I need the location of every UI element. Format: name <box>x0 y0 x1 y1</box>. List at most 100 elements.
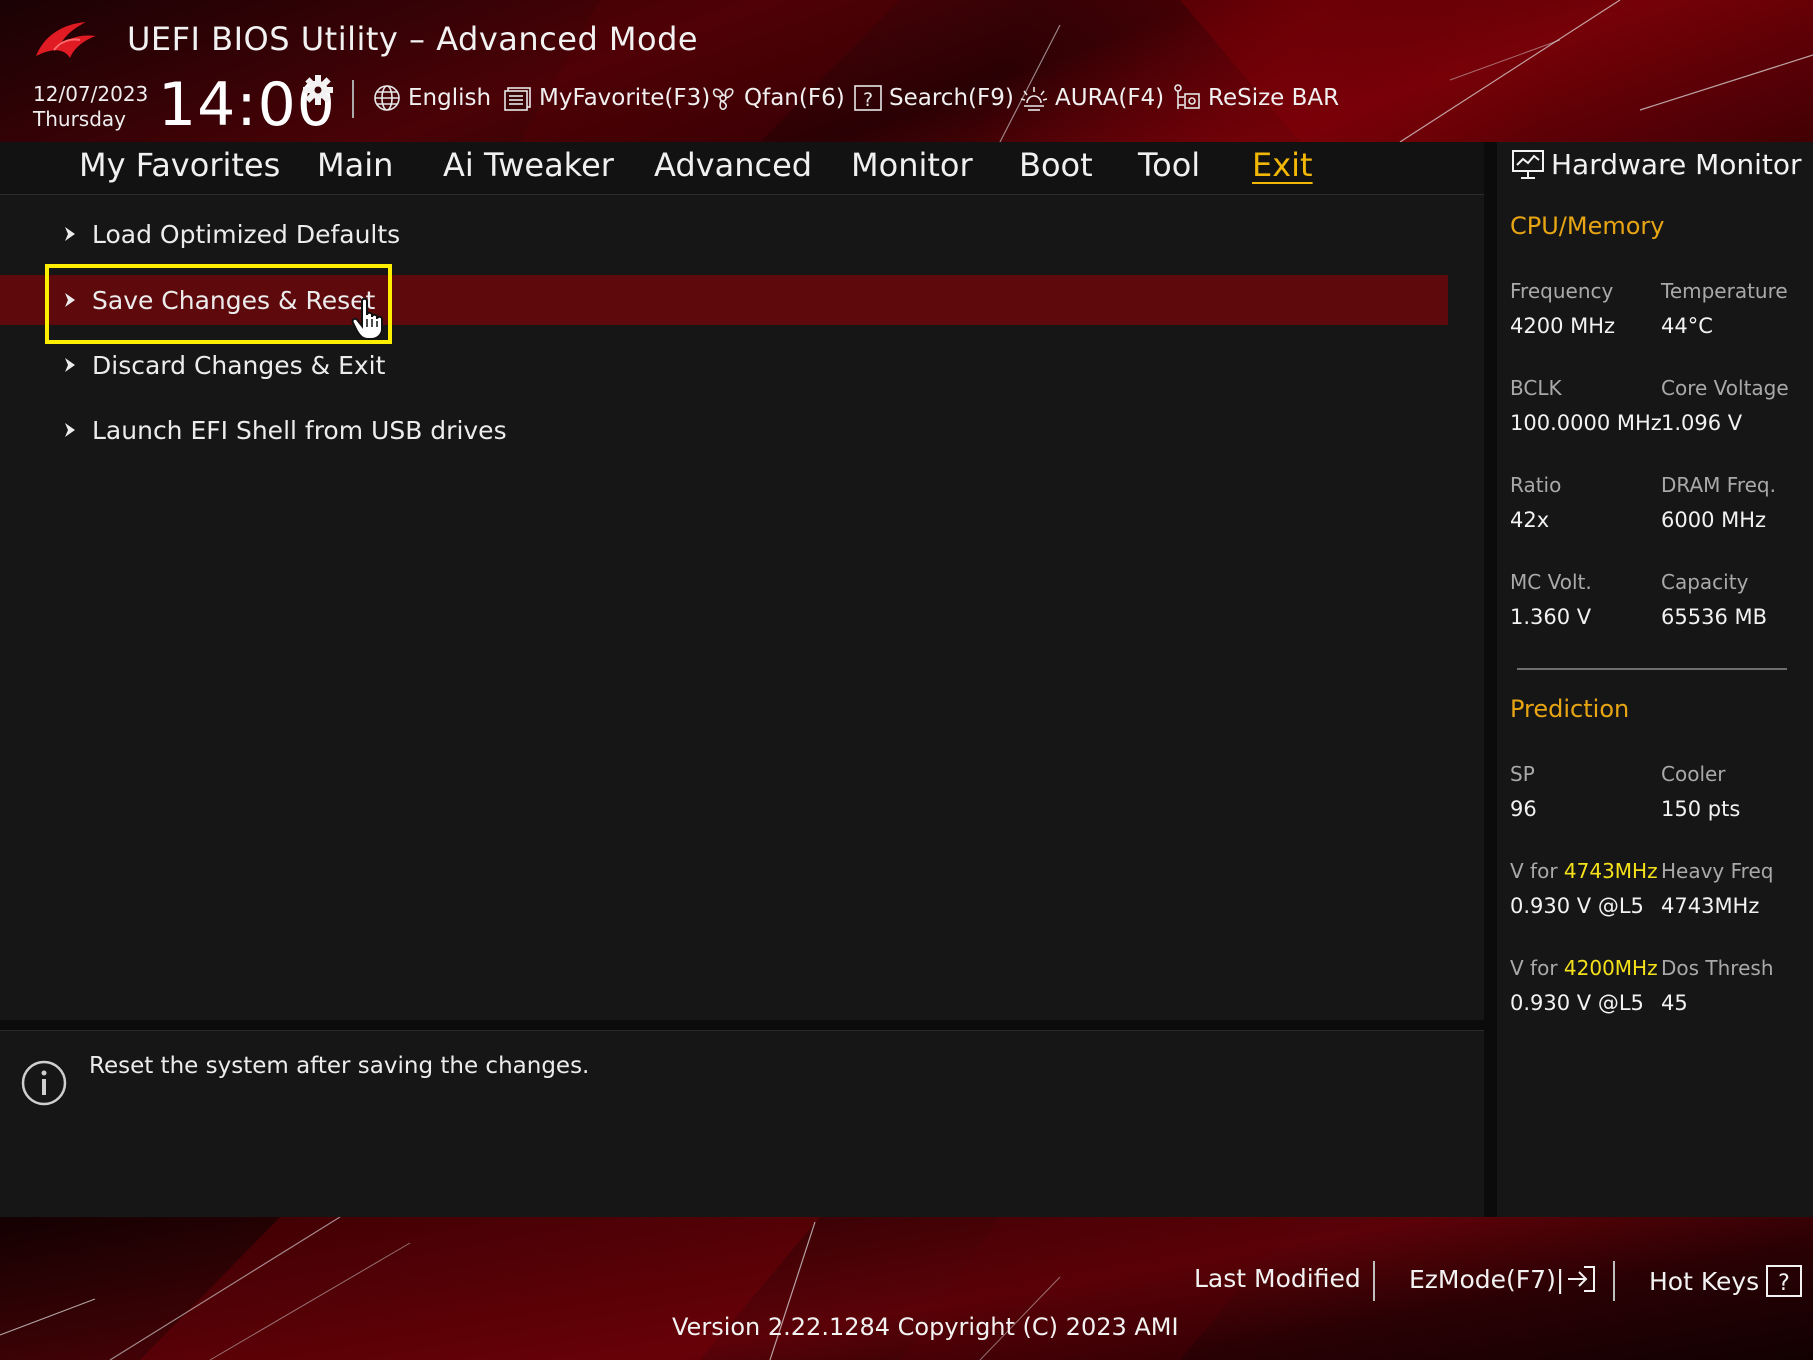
bclk-label: BCLK <box>1510 376 1562 400</box>
ezmode-button[interactable]: EzMode(F7)| <box>1409 1264 1598 1294</box>
aura-button[interactable]: AURA(F4) <box>1019 80 1164 116</box>
version-text: Version 2.22.1284 Copyright (C) 2023 AMI <box>672 1313 1179 1341</box>
chevron-right-icon <box>65 358 75 372</box>
core-voltage-value: 1.096 V <box>1661 411 1743 435</box>
v-for-prefix: V for <box>1510 859 1564 883</box>
menu-item-label: Load Optimized Defaults <box>92 219 401 249</box>
svg-text:?: ? <box>863 89 873 111</box>
hot-keys-button[interactable]: Hot Keys ? <box>1649 1264 1803 1298</box>
help-question-icon: ? <box>1766 1265 1803 1297</box>
svg-text:?: ? <box>1778 1271 1790 1296</box>
ratio-label: Ratio <box>1510 473 1562 497</box>
menu-item-launch-efi-shell[interactable]: Launch EFI Shell from USB drives <box>0 405 1448 455</box>
fan-icon <box>712 88 734 111</box>
tab-monitor[interactable]: Monitor <box>851 146 973 184</box>
frequency-label: Frequency <box>1510 279 1614 303</box>
v-for-freq-1-label: V for 4743MHz <box>1510 859 1658 883</box>
capacity-label: Capacity <box>1661 570 1749 594</box>
tab-main[interactable]: Main <box>317 146 393 184</box>
selection-highlight-box <box>45 264 392 344</box>
tab-tool[interactable]: Tool <box>1138 146 1200 184</box>
heavy-freq-value: 4743MHz <box>1661 894 1760 918</box>
search-button[interactable]: ? Search(F9) <box>853 80 1014 116</box>
qfan-label: Qfan(F6) <box>744 85 845 111</box>
sp-label: SP <box>1510 762 1535 786</box>
v-for-prefix: V for <box>1510 956 1564 980</box>
resize-bar-label: ReSize BAR <box>1208 85 1340 111</box>
frequency-value: 4200 MHz <box>1510 314 1616 338</box>
search-label: Search(F9) <box>889 85 1014 111</box>
bclk-value: 100.0000 MHz <box>1510 411 1662 435</box>
exit-arrow-icon <box>1568 1266 1596 1292</box>
chevron-right-icon <box>65 423 75 437</box>
temperature-label: Temperature <box>1661 279 1788 303</box>
globe-icon <box>374 85 400 111</box>
menu-item-load-optimized-defaults[interactable]: Load Optimized Defaults <box>0 209 1448 259</box>
footer-separator <box>1373 1261 1375 1301</box>
language-button[interactable]: English <box>372 80 491 116</box>
v-for-freq-2-value: 0.930 V @L5 <box>1510 991 1644 1015</box>
tab-my-favorites[interactable]: My Favorites <box>79 146 280 184</box>
ezmode-label: EzMode(F7)| <box>1409 1264 1565 1294</box>
menu-item-label: Discard Changes & Exit <box>92 350 386 380</box>
hardware-monitor-title: Hardware Monitor <box>1511 148 1802 181</box>
dos-thresh-value: 45 <box>1661 991 1688 1015</box>
dos-thresh-label: Dos Thresh <box>1661 956 1774 980</box>
header-separator <box>352 80 354 118</box>
prediction-heading: Prediction <box>1510 695 1630 723</box>
gear-icon[interactable] <box>302 74 334 106</box>
cpu-memory-heading: CPU/Memory <box>1510 212 1665 240</box>
hot-keys-label: Hot Keys <box>1649 1266 1760 1296</box>
app-title: UEFI BIOS Utility – Advanced Mode <box>127 20 699 58</box>
hardware-monitor-label: Hardware Monitor <box>1551 148 1802 181</box>
hardware-monitor-panel: Hardware Monitor CPU/Memory Frequency Te… <box>1497 142 1813 1217</box>
aura-light-icon <box>1020 87 1048 111</box>
resize-bar-icon <box>1174 84 1200 109</box>
ratio-value: 42x <box>1510 508 1550 532</box>
myfavorite-button[interactable]: MyFavorite(F3) <box>503 80 710 116</box>
section-divider <box>1517 668 1787 670</box>
info-icon <box>21 1060 67 1106</box>
v-for-freq-2-label: V for 4200MHz <box>1510 956 1658 980</box>
footer-separator <box>1613 1261 1615 1301</box>
hand-pointer-icon <box>351 297 383 340</box>
favorite-list-icon <box>504 87 531 111</box>
weekday-text: Thursday <box>33 107 126 131</box>
rog-logo-icon <box>36 22 96 58</box>
footer-bar: Last Modified EzMode(F7)| Hot Keys ? Ver… <box>0 1217 1813 1360</box>
mc-volt-label: MC Volt. <box>1510 570 1592 594</box>
aura-label: AURA(F4) <box>1055 85 1165 111</box>
cooler-label: Cooler <box>1661 762 1726 786</box>
capacity-value: 65536 MB <box>1661 605 1768 629</box>
resize-bar-button[interactable]: ReSize BAR <box>1172 80 1339 116</box>
mc-volt-value: 1.360 V <box>1510 605 1592 629</box>
monitor-icon <box>1512 149 1544 179</box>
search-help-icon: ? <box>854 85 882 111</box>
tab-boot[interactable]: Boot <box>1019 146 1093 184</box>
chevron-right-icon <box>65 227 75 241</box>
dram-freq-label: DRAM Freq. <box>1661 473 1776 497</box>
menu-item-discard-changes-exit[interactable]: Discard Changes & Exit <box>0 340 1448 390</box>
cooler-value: 150 pts <box>1661 797 1741 821</box>
sp-value: 96 <box>1510 797 1537 821</box>
date-text: 12/07/2023 <box>33 82 149 106</box>
tab-ai-tweaker[interactable]: Ai Tweaker <box>443 146 614 184</box>
main-tab-bar: My Favorites Main Ai Tweaker Advanced Mo… <box>0 142 1484 195</box>
tab-advanced[interactable]: Advanced <box>654 146 812 184</box>
dram-freq-value: 6000 MHz <box>1661 508 1767 532</box>
temperature-value: 44°C <box>1661 314 1713 338</box>
menu-item-label: Launch EFI Shell from USB drives <box>92 415 507 445</box>
myfavorite-label: MyFavorite(F3) <box>539 85 711 111</box>
language-label: English <box>408 85 492 111</box>
qfan-button[interactable]: Qfan(F6) <box>708 80 845 116</box>
v-for-freq-1: 4743MHz <box>1563 859 1658 883</box>
core-voltage-label: Core Voltage <box>1661 376 1789 400</box>
v-for-freq-2: 4200MHz <box>1563 956 1658 980</box>
help-description-bar: Reset the system after saving the change… <box>0 1030 1484 1218</box>
last-modified-button[interactable]: Last Modified <box>1194 1264 1361 1293</box>
help-text: Reset the system after saving the change… <box>89 1053 590 1079</box>
header-bar: UEFI BIOS Utility – Advanced Mode 12/07/… <box>0 0 1813 142</box>
v-for-freq-1-value: 0.930 V @L5 <box>1510 894 1644 918</box>
tab-exit[interactable]: Exit <box>1252 146 1313 184</box>
heavy-freq-label: Heavy Freq <box>1661 859 1774 883</box>
